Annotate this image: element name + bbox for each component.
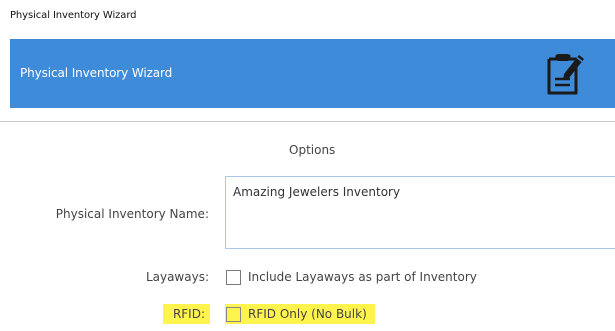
layaways-field-label: Layaways: <box>145 270 209 284</box>
rfid-checkbox-label[interactable]: RFID Only (No Bulk) <box>248 307 367 321</box>
wizard-banner: Physical Inventory Wizard <box>10 39 615 108</box>
layaways-checkbox[interactable] <box>226 269 241 285</box>
banner-title: Physical Inventory Wizard <box>20 66 173 80</box>
layaways-checkbox-label[interactable]: Include Layaways as part of Inventory <box>248 270 477 284</box>
name-field-label: Physical Inventory Name: <box>55 207 209 221</box>
clipboard-pencil-icon <box>547 54 584 95</box>
rfid-field-label: RFID: <box>172 307 205 321</box>
inventory-name-input[interactable]: Amazing Jewelers Inventory <box>225 176 615 249</box>
rfid-option[interactable]: RFID Only (No Bulk) <box>225 304 375 324</box>
window-title: Physical Inventory Wizard <box>10 10 137 21</box>
layaways-option[interactable]: Include Layaways as part of Inventory <box>225 267 477 287</box>
section-title-options: Options <box>289 143 336 157</box>
rfid-checkbox[interactable] <box>226 306 241 322</box>
rfid-label-highlight: RFID: <box>163 304 210 324</box>
divider <box>0 121 615 122</box>
